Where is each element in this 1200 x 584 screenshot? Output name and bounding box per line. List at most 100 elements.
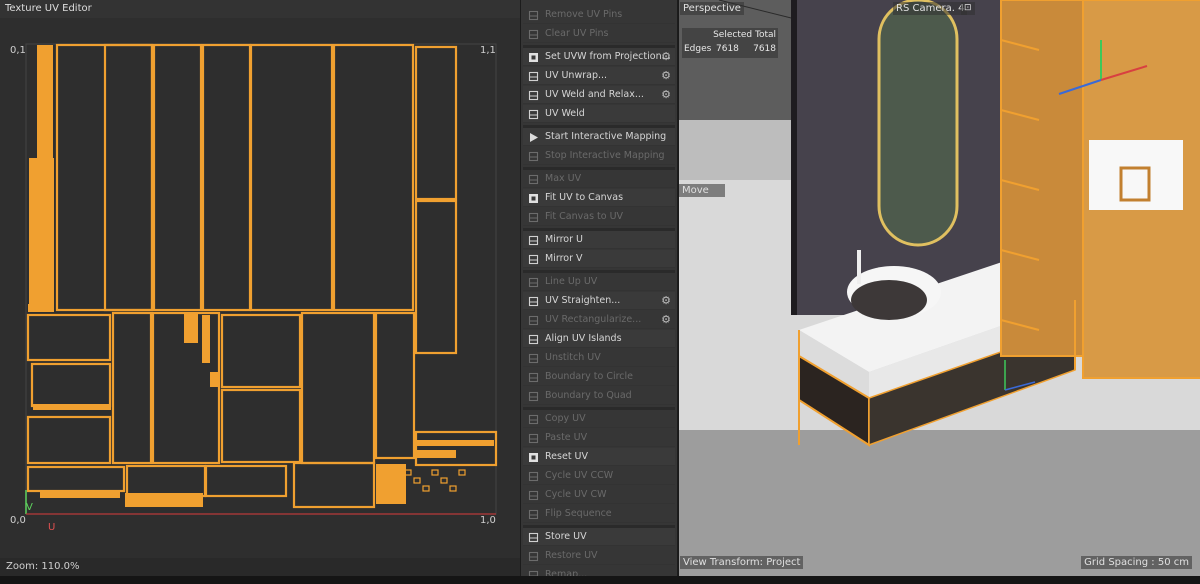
- fit-canvas-icon: [529, 194, 538, 203]
- command-copy-uv[interactable]: Copy UV: [523, 410, 675, 428]
- command-stop-interactive-mapping[interactable]: Stop Interactive Mapping: [523, 147, 675, 165]
- reset-icon: [529, 453, 538, 462]
- command-label: UV Straighten...: [545, 295, 621, 306]
- weld-relax-icon: [528, 90, 539, 101]
- uv-canvas[interactable]: [0, 0, 520, 576]
- cycle-cw-icon: [528, 490, 539, 501]
- command-label: Flip Sequence: [545, 508, 612, 519]
- command-label: Reset UV: [545, 451, 589, 462]
- uv-island-dense: [416, 450, 456, 458]
- command-flip-sequence[interactable]: Flip Sequence: [523, 505, 675, 523]
- command-line-up-uv[interactable]: Line Up UV: [523, 273, 675, 291]
- command-label: Paste UV: [545, 432, 588, 443]
- camera-lock-icon[interactable]: ⊡: [961, 2, 975, 15]
- uv-corner-top-right: 1,1: [480, 45, 496, 56]
- command-max-uv[interactable]: Max UV: [523, 170, 675, 188]
- align-icon: [528, 334, 539, 345]
- command-uv-straighten[interactable]: UV Straighten... ⚙: [523, 292, 675, 310]
- command-mirror-u[interactable]: Mirror U: [523, 231, 675, 249]
- command-cycle-uv-cw[interactable]: Cycle UV CW: [523, 486, 675, 504]
- command-align-uv-islands[interactable]: Align UV Islands: [523, 330, 675, 348]
- stop-icon: [528, 151, 539, 162]
- command-remove-uv-pins[interactable]: Remove UV Pins: [523, 6, 675, 24]
- command-label: Clear UV Pins: [545, 28, 609, 39]
- pin-clear-icon: [528, 29, 539, 40]
- command-store-uv[interactable]: Store UV: [523, 528, 675, 546]
- selection-hud: Selected Total Edges 7618 7618: [682, 28, 778, 58]
- command-cycle-uv-ccw[interactable]: Cycle UV CCW: [523, 467, 675, 485]
- command-paste-uv[interactable]: Paste UV: [523, 429, 675, 447]
- hud-header: Selected Total: [713, 30, 776, 40]
- straighten-icon: [528, 296, 539, 307]
- command-mirror-v[interactable]: Mirror V: [523, 250, 675, 268]
- command-uv-rectangularize[interactable]: UV Rectangularize... ⚙: [523, 311, 675, 329]
- uv-island-dense: [33, 404, 111, 410]
- command-label: Fit Canvas to UV: [545, 211, 624, 222]
- command-label: Line Up UV: [545, 276, 598, 287]
- command-start-interactive-mapping[interactable]: Start Interactive Mapping: [523, 128, 675, 146]
- flip-icon: [528, 509, 539, 520]
- uv-axis-v-label: V: [26, 502, 33, 513]
- pin-icon: [528, 10, 539, 21]
- gear-icon[interactable]: ⚙: [661, 89, 671, 101]
- command-label: Mirror U: [545, 234, 583, 245]
- command-clear-uv-pins[interactable]: Clear UV Pins: [523, 25, 675, 43]
- max-uv-icon: [528, 174, 539, 185]
- circle-icon: [528, 372, 539, 383]
- move-tool-label: Move: [679, 184, 725, 197]
- camera-label[interactable]: RS Camera. 4: [893, 2, 968, 15]
- uv-corner-bottom-right: 1,0: [480, 515, 496, 526]
- command-set-uvw-from-projection[interactable]: Set UVW from Projection... ⚙: [523, 48, 675, 66]
- command-label: Cycle UV CW: [545, 489, 607, 500]
- command-label: Boundary to Quad: [545, 390, 632, 401]
- command-label: UV Weld: [545, 108, 585, 119]
- gear-icon[interactable]: ⚙: [661, 51, 671, 63]
- uv-island-dense: [28, 304, 54, 312]
- hud-total-count: 7618: [753, 44, 776, 54]
- copy-icon: [528, 414, 539, 425]
- command-uv-weld-and-relax[interactable]: UV Weld and Relax... ⚙: [523, 86, 675, 104]
- uv-island-dense: [210, 372, 220, 387]
- view-name-label[interactable]: Perspective: [680, 2, 744, 15]
- command-boundary-to-circle[interactable]: Boundary to Circle: [523, 368, 675, 386]
- uv-editor-panel: Texture UV Editor 0,1 1,1 0,0 1,0 V U Zo…: [0, 0, 520, 576]
- restore-icon: [528, 551, 539, 562]
- command-fit-uv-to-canvas[interactable]: Fit UV to Canvas: [523, 189, 675, 207]
- command-fit-canvas-to-uv[interactable]: Fit Canvas to UV: [523, 208, 675, 226]
- paste-icon: [528, 433, 539, 444]
- uv-island-dense: [125, 493, 203, 507]
- gear-icon[interactable]: ⚙: [661, 70, 671, 82]
- faucet: [857, 250, 861, 284]
- hud-row-label: Edges: [684, 44, 712, 54]
- mirror: [877, 0, 959, 247]
- fit-uv-icon: [528, 212, 539, 223]
- uv-commands-panel: Remove UV Pins Clear UV Pins Set UVW from …: [521, 0, 677, 584]
- gear-icon[interactable]: ⚙: [661, 314, 671, 326]
- gear-icon[interactable]: ⚙: [661, 295, 671, 307]
- command-uv-weld[interactable]: UV Weld: [523, 105, 675, 123]
- perspective-viewport[interactable]: Perspective RS Camera. 4 ⊡ Selected Tota…: [678, 0, 1200, 576]
- command-boundary-to-quad[interactable]: Boundary to Quad: [523, 387, 675, 405]
- unstitch-icon: [528, 353, 539, 364]
- command-label: Boundary to Circle: [545, 371, 634, 382]
- bottom-strip: [0, 576, 1200, 584]
- vanity-panel-edge: [791, 0, 797, 315]
- command-uv-unwrap[interactable]: UV Unwrap... ⚙: [523, 67, 675, 85]
- uv-island-dense: [184, 313, 198, 343]
- command-label: Set UVW from Projection...: [545, 51, 671, 62]
- hud-selected-count: 7618: [716, 44, 739, 54]
- command-label: UV Unwrap...: [545, 70, 608, 81]
- command-label: Align UV Islands: [545, 333, 622, 344]
- unwrap-icon: [528, 71, 539, 82]
- command-unstitch-uv[interactable]: Unstitch UV: [523, 349, 675, 367]
- scene-render[interactable]: [679, 0, 1200, 576]
- view-transform-label[interactable]: View Transform: Project: [680, 556, 804, 569]
- rectangularize-icon: [528, 315, 539, 326]
- command-label: Remove UV Pins: [545, 9, 623, 20]
- command-label: UV Rectangularize...: [545, 314, 642, 325]
- command-restore-uv[interactable]: Restore UV: [523, 547, 675, 565]
- quad-icon: [528, 391, 539, 402]
- command-reset-uv[interactable]: Reset UV: [523, 448, 675, 466]
- command-label: UV Weld and Relax...: [545, 89, 644, 100]
- floor-front: [679, 430, 1200, 576]
